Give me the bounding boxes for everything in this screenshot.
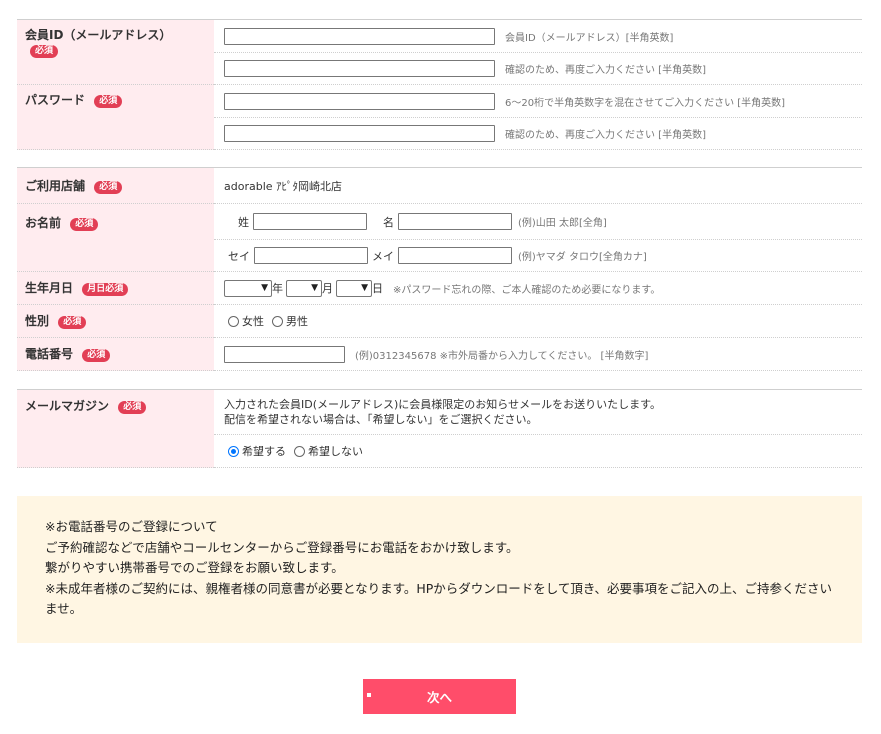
password-row: パスワード 必須 6～20桁で半角英数字を混在させてご入力ください [半角英数]… [17,85,862,150]
name-hint: (例)山田 太郎[全角] [518,218,607,229]
birthday-required-badge: 月日必須 [82,283,129,296]
gender-female-label: 女性 [242,315,264,328]
magazine-description-2: 配信を希望されない場合は、「希望しない」をご選択ください。 [224,413,538,426]
magazine-yes-label: 希望する [242,445,286,458]
notice-line-4: ※未成年者様のご契約には、親権者様の同意書が必要となります。HPからダウンロード… [45,580,833,617]
magazine-label-cell: メールマガジン 必須 [17,390,214,468]
password-input[interactable] [224,92,495,110]
first-name-kana-input[interactable] [398,247,512,264]
required-badge: 必須 [82,349,111,362]
notice-line-3: 繋がりやすい携帯番号でのご登録をお願い致します。 [45,560,344,575]
sei-label: 姓 [238,215,249,229]
gender-label-cell: 性別 必須 [17,305,214,338]
birthday-row: 生年月日 月日必須 ▼ 年 ▼ 月 ▼ 日 ※パスワード忘れの際、ご本人確認のた… [17,272,862,305]
notice-line-1: ※お電話番号のご登録について [45,519,218,534]
account-table: 会員ID（メールアドレス） 必須 会員ID（メールアドレス）[半角英数] 確認の… [17,19,862,150]
mei-label: 名 [383,215,394,229]
required-badge: 必須 [94,181,123,194]
store-label: ご利用店舗 [25,179,86,193]
sei-kana-label: セイ [228,249,250,263]
gender-row: 性別 必須 女性 男性 [17,305,862,338]
birthday-label: 生年月日 [25,281,74,295]
magazine-row: メールマガジン 必須 入力された会員ID(メールアドレス)に会員様限定のお知らせ… [17,390,862,468]
password-hint: 6～20桁で半角英数字を混在させてご入力ください [半角英数] [505,97,786,109]
member-id-hint: 会員ID（メールアドレス）[半角英数] [505,32,674,44]
required-badge: 必須 [30,45,59,58]
year-unit: 年 [272,282,283,295]
member-id-input[interactable] [224,27,495,45]
phone-label: 電話番号 [25,347,74,361]
profile-table: ご利用店舗 必須 adorable ｱﾋﾟﾀ岡崎北店 お名前 必須 姓 名 (例… [17,167,862,371]
name-label-cell: お名前 必須 [17,204,214,272]
birthday-label-cell: 生年月日 月日必須 [17,272,214,305]
member-id-confirm-input[interactable] [224,60,495,77]
store-label-cell: ご利用店舗 必須 [17,168,214,204]
chevron-down-icon: ▼ [311,283,318,293]
arrow-right-icon [367,693,371,697]
gender-male-label: 男性 [286,315,308,328]
phone-input[interactable] [224,345,345,363]
required-badge: 必須 [118,401,147,414]
required-badge: 必須 [94,95,123,108]
gender-label: 性別 [25,314,50,328]
chevron-down-icon: ▼ [361,283,368,293]
gender-female-radio[interactable] [228,315,239,327]
phone-notice-box: ※お電話番号のご登録について ご予約確認などで店舗やコールセンターからご登録番号… [17,496,862,643]
name-row: お名前 必須 姓 名 (例)山田 太郎[全角] セイ メイ (例)ヤマダ タロウ… [17,204,862,272]
password-confirm-hint: 確認のため、再度ご入力ください [半角英数] [505,130,706,141]
birth-day-select[interactable]: ▼ [336,279,372,297]
store-value: adorable ｱﾋﾟﾀ岡崎北店 [224,179,343,193]
phone-row: 電話番号 必須 (例)0312345678 ※市外局番から入力してください。 [… [17,338,862,371]
notice-line-2: ご予約確認などで店舗やコールセンターからご登録番号にお電話をおかけ致します。 [45,539,519,555]
magazine-description-1: 入力された会員ID(メールアドレス)に会員様限定のお知らせメールをお送りいたしま… [224,398,661,411]
member-id-row: 会員ID（メールアドレス） 必須 会員ID（メールアドレス）[半角英数] 確認の… [17,20,862,85]
next-button[interactable]: 次へ [363,679,516,714]
magazine-table: メールマガジン 必須 入力された会員ID(メールアドレス)に会員様限定のお知らせ… [17,389,862,468]
birth-month-select[interactable]: ▼ [286,279,322,297]
last-name-input[interactable] [253,213,367,230]
magazine-label: メールマガジン [25,399,110,413]
mei-kana-label: メイ [372,249,394,263]
password-confirm-input[interactable] [224,125,495,142]
member-id-label-cell: 会員ID（メールアドレス） 必須 [17,20,214,85]
kana-hint: (例)ヤマダ タロウ[全角カナ] [518,252,647,263]
magazine-no-label: 希望しない [308,445,363,458]
member-id-confirm-hint: 確認のため、再度ご入力ください [半角英数] [505,65,706,76]
password-label-cell: パスワード 必須 [17,85,214,150]
gender-male-radio[interactable] [272,315,283,327]
phone-label-cell: 電話番号 必須 [17,338,214,371]
last-name-kana-input[interactable] [254,247,368,264]
next-button-label: 次へ [426,690,452,705]
day-unit: 日 [372,282,383,295]
chevron-down-icon: ▼ [261,283,268,293]
magazine-no-radio[interactable] [294,445,305,457]
password-label: パスワード [25,93,86,107]
name-label: お名前 [25,216,62,230]
required-badge: 必須 [70,218,99,231]
magazine-yes-radio[interactable] [228,445,239,457]
store-row: ご利用店舗 必須 adorable ｱﾋﾟﾀ岡崎北店 [17,168,862,204]
member-id-label: 会員ID（メールアドレス） [25,28,172,42]
phone-hint: (例)0312345678 ※市外局番から入力してください。 [半角数字] [355,350,649,362]
birth-year-select[interactable]: ▼ [224,279,272,297]
month-unit: 月 [322,282,333,295]
birthday-hint: ※パスワード忘れの際、ご本人確認のため必要になります。 [393,284,661,296]
first-name-input[interactable] [398,213,512,230]
required-badge: 必須 [58,316,87,329]
